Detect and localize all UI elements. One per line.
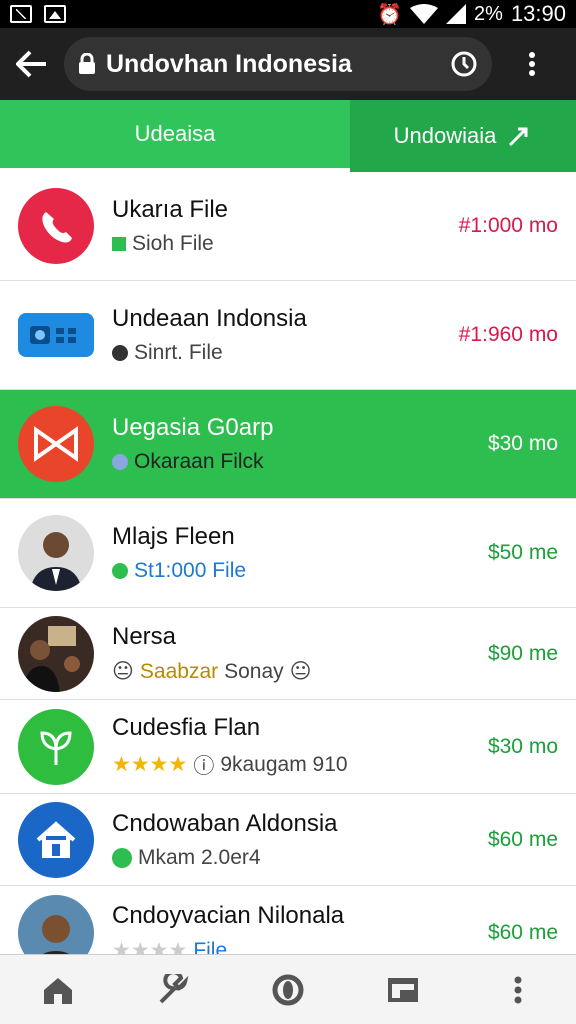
result-list: Ukarıa File Sioh File #1:000 mo Undeaan I… bbox=[0, 172, 576, 954]
item-name: Nersa bbox=[112, 623, 177, 650]
status-bar: ⏰ 2% 13:90 bbox=[0, 0, 576, 28]
group-photo-avatar bbox=[18, 615, 94, 692]
item-name: Ukarıa File bbox=[112, 196, 229, 223]
radio-app-icon bbox=[18, 313, 94, 357]
vertical-dots-icon bbox=[529, 52, 535, 76]
browser-toolbar: Undovhan Indonesia bbox=[0, 28, 576, 100]
item-name: Uegasia G0arp bbox=[112, 414, 274, 441]
item-price: $60 me bbox=[487, 827, 558, 851]
item-price: #1:000 mo bbox=[458, 214, 558, 237]
opera-icon[interactable] bbox=[268, 970, 308, 1010]
list-item[interactable]: Ukarıa File Sioh File #1:000 mo bbox=[0, 172, 576, 281]
person-avatar bbox=[18, 515, 94, 591]
item-name: Mlajs Fleen bbox=[112, 523, 235, 550]
home-icon[interactable] bbox=[38, 970, 78, 1010]
history-icon[interactable] bbox=[450, 50, 478, 78]
lock-icon bbox=[79, 53, 95, 74]
list-item[interactable]: Nersa 😐 Saabzar Sonay 😐 $90 me bbox=[0, 608, 576, 700]
bottom-navigation bbox=[0, 954, 576, 1024]
badge-icon bbox=[112, 454, 128, 470]
battery-level: 2% bbox=[474, 2, 503, 25]
file-icon bbox=[112, 237, 126, 251]
tab-bar: Udeaisa Undowiaia bbox=[0, 100, 576, 172]
item-subtitle: Sioh File bbox=[132, 232, 214, 255]
clock: 13:90 bbox=[510, 1, 566, 26]
item-subtitle-b: Sonay bbox=[224, 659, 284, 683]
item-subtitle-a: Saabzar bbox=[139, 659, 219, 683]
alarm-icon: ⏰ bbox=[377, 3, 403, 26]
list-item[interactable]: Undeaan Indonsia Sinrt. File #1:960 mo bbox=[0, 281, 576, 390]
wifi-icon bbox=[410, 4, 439, 24]
list-item[interactable]: Cudesfia Flan ★★★★ ⓘ 9kaugam 910 $30 mo bbox=[0, 700, 576, 794]
item-price: $50 me bbox=[487, 541, 558, 564]
emoji-icon: 😐 bbox=[289, 660, 312, 683]
back-button[interactable] bbox=[0, 50, 64, 78]
check-icon bbox=[112, 563, 128, 579]
back-arrow-icon bbox=[16, 50, 46, 78]
info-icon: ⓘ bbox=[193, 754, 215, 778]
rating-stars-icon: ★★★★ bbox=[112, 939, 188, 954]
notification-icon bbox=[10, 5, 32, 23]
item-name: Cndowaban Aldonsia bbox=[112, 809, 338, 837]
address-bar[interactable]: Undovhan Indonesia bbox=[64, 37, 492, 91]
more-options-icon[interactable] bbox=[498, 970, 538, 1010]
item-price: #1:960 mo bbox=[458, 323, 558, 346]
item-price: $90 me bbox=[487, 641, 558, 665]
list-item-selected[interactable]: Uegasia G0arp Okaraan Filck $30 mo bbox=[0, 390, 576, 499]
item-subtitle: File bbox=[193, 938, 228, 955]
bowtie-app-icon bbox=[18, 406, 94, 482]
rating-stars-icon: ★★★★ bbox=[112, 753, 188, 776]
item-name: Cudesfia Flan bbox=[112, 713, 261, 741]
dot-icon bbox=[112, 345, 128, 361]
tab-udeaisa[interactable]: Udeaisa bbox=[0, 100, 350, 172]
list-item[interactable]: Mlajs Fleen St1:000 File $50 me bbox=[0, 499, 576, 608]
page-title: Undovhan Indonesia bbox=[106, 49, 352, 78]
item-subtitle: Okaraan Filck bbox=[134, 450, 264, 473]
tabs-icon[interactable] bbox=[383, 970, 423, 1010]
image-notification-icon bbox=[44, 5, 66, 23]
person-avatar bbox=[18, 894, 94, 954]
home-app-icon bbox=[18, 801, 94, 878]
item-subtitle: Mkam 2.0er4 bbox=[138, 845, 261, 869]
item-price: $60 me bbox=[487, 920, 558, 944]
item-name: Undeaan Indonsia bbox=[112, 305, 307, 332]
signal-icon bbox=[446, 4, 467, 24]
list-item[interactable]: Cndowaban Aldonsia Mkam 2.0er4 $60 me bbox=[0, 794, 576, 886]
phone-app-icon bbox=[18, 188, 94, 264]
item-name: Cndoyvacian Nilonala bbox=[112, 902, 345, 929]
tab-undowiaia[interactable]: Undowiaia bbox=[350, 100, 576, 172]
item-subtitle: St1:000 File bbox=[134, 559, 247, 582]
item-price: $30 mo bbox=[487, 734, 558, 758]
item-subtitle: Sinrt. File bbox=[134, 341, 223, 364]
green-badge-icon bbox=[112, 847, 132, 868]
list-item[interactable]: Cndoyvacian Nilonala ★★★★ File $60 me bbox=[0, 886, 576, 954]
emoji-icon: 😐 bbox=[112, 660, 134, 683]
leaf-app-icon bbox=[18, 708, 94, 785]
tools-icon[interactable] bbox=[153, 970, 193, 1010]
item-price: $30 mo bbox=[487, 432, 558, 455]
overflow-menu-button[interactable] bbox=[492, 51, 572, 77]
item-subtitle: 9kaugam 910 bbox=[220, 752, 348, 776]
share-arrow-icon bbox=[509, 127, 528, 147]
